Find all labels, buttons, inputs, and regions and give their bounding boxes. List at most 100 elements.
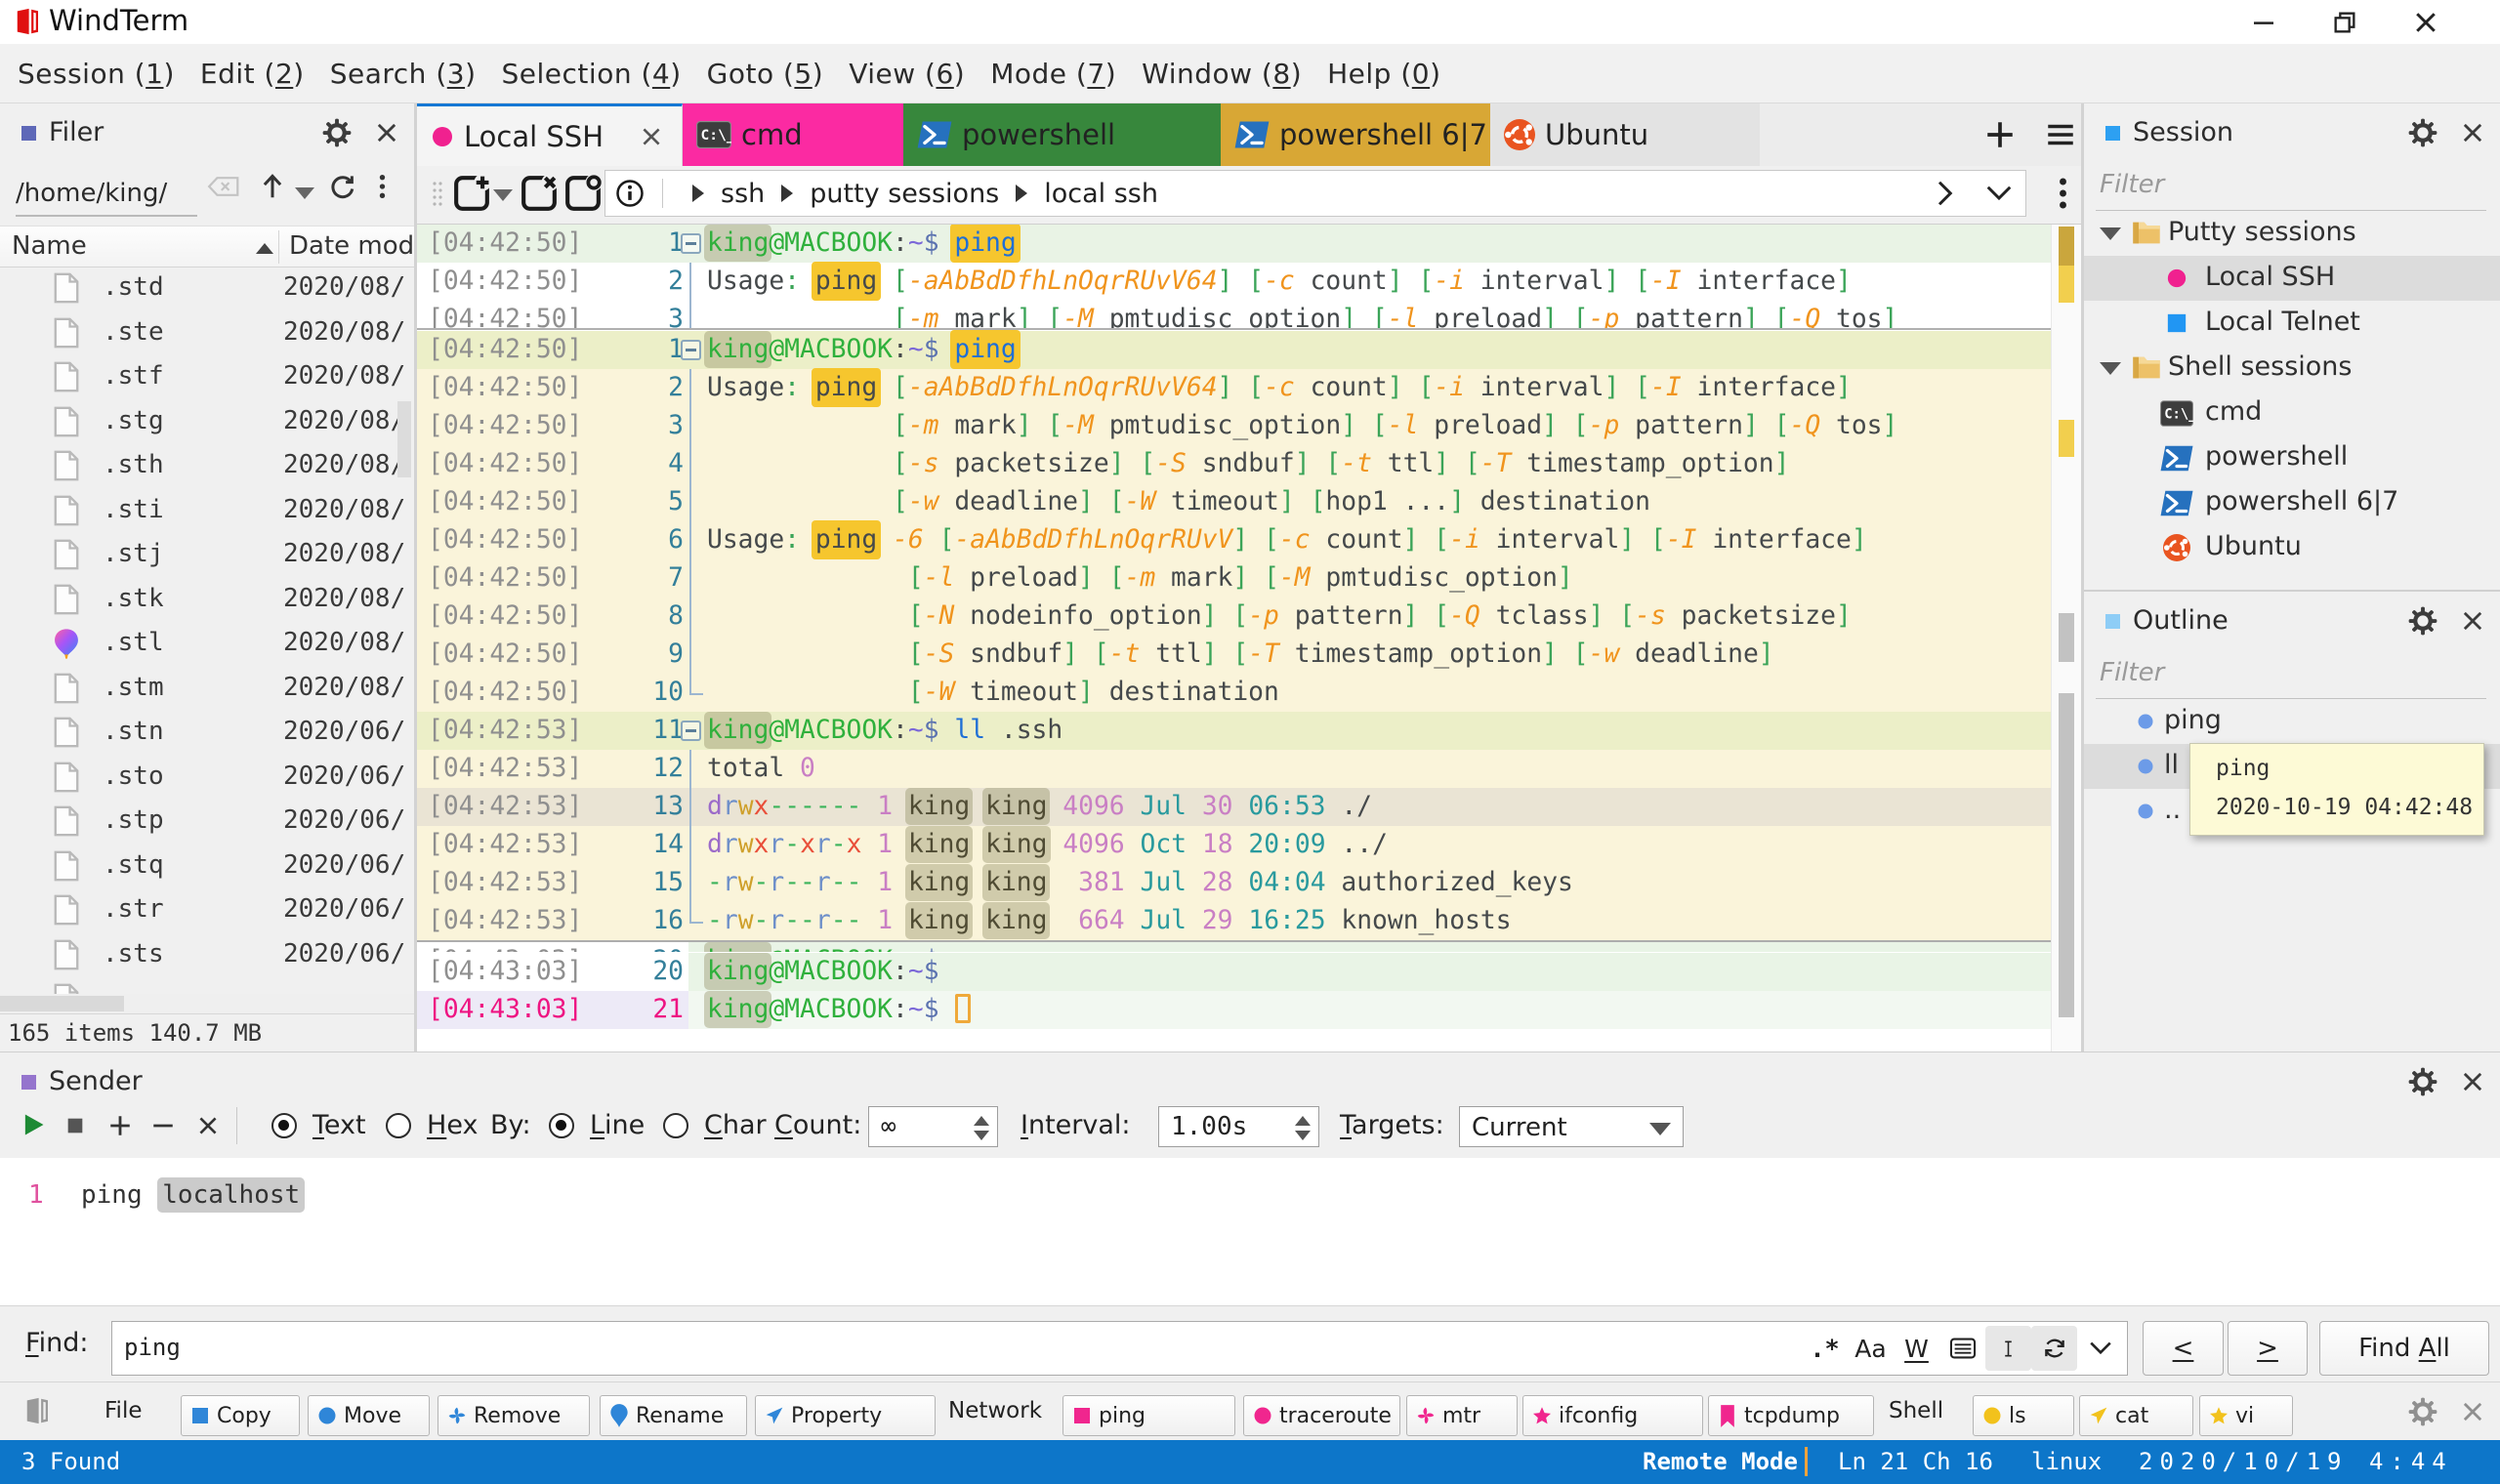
restore-button[interactable] — [2312, 0, 2377, 44]
quickbar-button-copy[interactable]: Copy — [181, 1395, 300, 1436]
quickbar-button-traceroute[interactable]: traceroute — [1243, 1395, 1400, 1436]
file-row-.std[interactable]: .std 2020/08/ — [0, 268, 414, 312]
fold-marker-icon[interactable] — [681, 233, 701, 254]
file-row-.stp[interactable]: .stp 2020/06/ — [0, 801, 414, 845]
file-row-.stk[interactable]: .stk 2020/08/ — [0, 579, 414, 624]
filer-hscroll-thumb[interactable] — [0, 996, 124, 1011]
session-item-powershell[interactable]: powershell — [2084, 435, 2500, 480]
radio-text[interactable] — [271, 1113, 297, 1142]
session-item-shell-sessions[interactable]: Shell sessions — [2084, 346, 2500, 391]
path-up-dropdown-icon[interactable] — [295, 187, 314, 199]
terminal-view[interactable]: [04:42:50] 1 king@MACBOOK:~$ ping [04:42:50… — [417, 225, 2081, 1051]
session-item-powershell-6-7[interactable]: powershell 6|7 — [2084, 480, 2500, 525]
outline-item-ping[interactable]: ping — [2084, 699, 2500, 744]
file-row-.sts[interactable]: .sts 2020/06/ — [0, 934, 414, 979]
file-row-.stq[interactable]: .stq 2020/06/ — [0, 845, 414, 890]
toolbar-menu-icon[interactable] — [2059, 176, 2067, 211]
spinner-arrows-icon[interactable] — [1295, 1107, 1311, 1148]
quickbar-button-ping[interactable]: ping — [1062, 1395, 1235, 1436]
quickbar-button-tcpdump[interactable]: tcpdump — [1708, 1395, 1874, 1436]
mode-label-text[interactable]: Text — [312, 1110, 366, 1140]
menu-window[interactable]: Window (8) — [1129, 58, 1314, 90]
file-row-.stj[interactable]: .stj 2020/08/ — [0, 534, 414, 579]
minimize-button[interactable] — [2231, 0, 2296, 44]
path-refresh-icon[interactable] — [328, 172, 357, 201]
radio-hex-circle[interactable] — [386, 1113, 411, 1138]
tree-expand-icon[interactable] — [2100, 227, 2121, 240]
scrollbar-thumb[interactable] — [2059, 693, 2074, 1017]
terminal-overview-ruler[interactable] — [2051, 225, 2081, 1051]
find-option-cyclic-icon[interactable] — [2031, 1326, 2077, 1371]
sender-targets-dropdown[interactable]: Current — [1459, 1106, 1684, 1147]
find-option-whole-word-icon[interactable]: W — [1894, 1326, 1939, 1371]
filer-column-name[interactable]: Name — [12, 231, 87, 261]
info-icon[interactable] — [615, 179, 645, 208]
menu-search[interactable]: Search (3) — [317, 58, 489, 90]
quickbar-settings-icon[interactable] — [2408, 1397, 2438, 1426]
mode-label-hex[interactable]: Hex — [427, 1110, 478, 1140]
session-close-icon[interactable] — [2459, 119, 2486, 146]
path-up-icon[interactable] — [258, 172, 287, 201]
menu-session[interactable]: Session (1) — [0, 58, 188, 90]
radio-text-circle[interactable] — [271, 1113, 297, 1138]
terminal-pane-separator[interactable] — [417, 328, 2051, 330]
quickbar-button-move[interactable]: Move — [308, 1395, 430, 1436]
find-option-preserve-case-icon[interactable] — [1985, 1326, 2031, 1371]
find-input[interactable]: ping .* Aa W — [111, 1321, 2128, 1376]
menu-edit[interactable]: Edit (2) — [188, 58, 317, 90]
sender-settings-icon[interactable] — [2408, 1067, 2438, 1096]
breadcrumb-item-putty-sessions[interactable]: putty sessions — [810, 179, 999, 209]
close-button[interactable] — [2394, 0, 2458, 44]
tab-list-icon[interactable] — [2044, 118, 2077, 151]
sender-clear-button[interactable] — [195, 1113, 221, 1138]
breadcrumb-forward-icon[interactable] — [1930, 179, 1959, 208]
file-row-.stl[interactable]: .stl 2020/08/ — [0, 623, 414, 668]
file-row-.stn[interactable]: .stn 2020/06/ — [0, 712, 414, 757]
filer-settings-icon[interactable] — [322, 118, 352, 147]
menu-help[interactable]: Help (0) — [1314, 58, 1453, 90]
spin-up-icon[interactable] — [1295, 1115, 1311, 1126]
sender-interval-spinner[interactable]: 1.00s — [1158, 1106, 1319, 1147]
session-item-ubuntu[interactable]: Ubuntu — [2084, 525, 2500, 570]
menu-goto[interactable]: Goto (5) — [694, 58, 837, 90]
tab-local-ssh[interactable]: Local SSH — [417, 103, 683, 166]
file-row-.sti[interactable]: .sti 2020/08/ — [0, 490, 414, 535]
sender-count-spinner[interactable]: ∞ — [868, 1106, 998, 1147]
quickbar-button-cat[interactable]: cat — [2079, 1395, 2193, 1436]
filer-vertical-scrollbar[interactable] — [397, 401, 411, 477]
sender-remove-button[interactable] — [150, 1113, 176, 1138]
quickbar-button-rename[interactable]: Rename — [600, 1395, 747, 1436]
quickbar-button-mtr[interactable]: mtr — [1406, 1395, 1518, 1436]
path-clear-icon[interactable] — [207, 176, 240, 197]
fold-marker-icon[interactable] — [681, 721, 701, 741]
spin-down-icon[interactable] — [974, 1130, 989, 1140]
find-previous-button[interactable]: < — [2143, 1321, 2224, 1376]
detach-session-button[interactable] — [564, 175, 602, 212]
tab-powershell[interactable]: powershell — [903, 103, 1221, 166]
file-row-.sth[interactable]: .sth 2020/08/ — [0, 445, 414, 490]
session-item-local-telnet[interactable]: Local Telnet — [2084, 301, 2500, 346]
outline-filter-input[interactable]: Filter — [2100, 658, 2164, 687]
session-item-putty-sessions[interactable]: Putty sessions — [2084, 211, 2500, 256]
sender-content[interactable]: 1 ping localhost — [0, 1158, 2500, 1306]
find-option-match-case-icon[interactable]: Aa — [1848, 1326, 1894, 1371]
breadcrumb-expand-icon[interactable] — [1984, 185, 2014, 202]
breadcrumb-item-local-ssh[interactable]: local ssh — [1044, 179, 1158, 209]
dropdown-arrow-icon[interactable] — [1649, 1123, 1671, 1135]
radio-line[interactable] — [549, 1113, 574, 1142]
new-session-button[interactable] — [453, 175, 490, 212]
find-option-in-selection-icon[interactable] — [1939, 1326, 1985, 1371]
by-label-char[interactable]: Char — [704, 1110, 767, 1140]
find-all-button[interactable]: Find All — [2319, 1321, 2489, 1376]
path-menu-icon[interactable] — [379, 173, 386, 200]
file-row-.str[interactable]: .str 2020/06/ — [0, 889, 414, 934]
file-row-.stf[interactable]: .stf 2020/08/ — [0, 356, 414, 401]
menu-mode[interactable]: Mode (7) — [978, 58, 1129, 90]
new-tab-icon[interactable] — [1983, 118, 2017, 151]
radio-line-circle[interactable] — [549, 1113, 574, 1138]
address-bar[interactable]: ssh putty sessions local ssh — [604, 170, 2026, 217]
menu-view[interactable]: View (6) — [836, 58, 978, 90]
radio-hex[interactable] — [386, 1113, 411, 1142]
close-session-button[interactable] — [521, 175, 558, 212]
outline-close-icon[interactable] — [2459, 607, 2486, 635]
